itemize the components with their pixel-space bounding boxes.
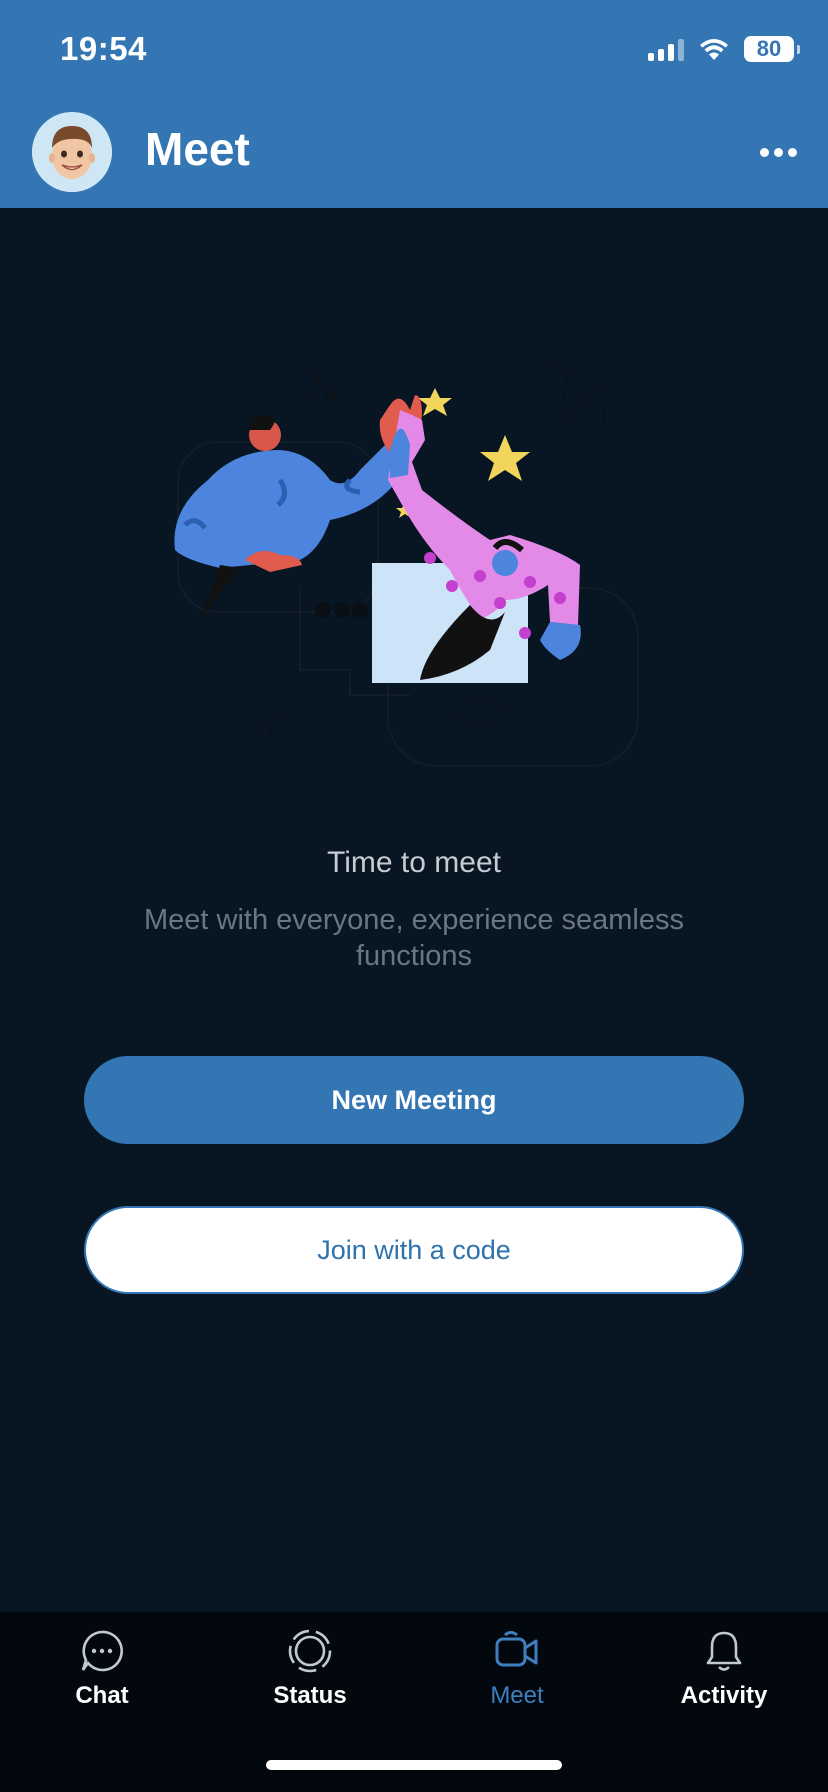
tab-meet-label: Meet [490, 1682, 544, 1709]
tab-chat[interactable]: Chat [32, 1626, 172, 1736]
bell-icon [706, 1631, 742, 1671]
meeting-illustration [174, 365, 639, 767]
tab-chat-label: Chat [75, 1682, 129, 1709]
status-time: 19:54 [60, 30, 147, 67]
page-title: Meet [145, 123, 250, 175]
video-camera-icon [495, 1631, 538, 1667]
join-with-code-button[interactable]: Join with a code [84, 1206, 744, 1294]
chat-bubble-icon [81, 1630, 123, 1672]
wifi-icon [700, 39, 728, 60]
tab-activity-label: Activity [680, 1682, 768, 1709]
memoji-avatar-icon [32, 112, 112, 192]
tab-meet[interactable]: Meet [447, 1626, 587, 1736]
new-meeting-button[interactable]: New Meeting [84, 1056, 744, 1144]
status-icon [288, 1629, 332, 1673]
home-indicator [266, 1760, 562, 1770]
battery-level: 80 [756, 36, 782, 61]
app-header: 19:54 80 Meet [0, 0, 828, 208]
more-options-icon[interactable] [758, 140, 798, 164]
cellular-signal-icon [648, 37, 684, 61]
tab-status[interactable]: Status [240, 1626, 380, 1736]
tab-status-label: Status [273, 1682, 347, 1709]
tab-activity[interactable]: Activity [654, 1626, 794, 1736]
avatar[interactable] [32, 112, 112, 192]
battery-icon: 80 [744, 36, 800, 62]
empty-state-description: Meet with everyone, experience seamless … [144, 904, 684, 972]
status-indicators: 80 [648, 34, 800, 64]
bottom-tab-bar: Chat Status Meet Activity [0, 1612, 828, 1792]
empty-state-title: Time to meet [327, 846, 501, 879]
